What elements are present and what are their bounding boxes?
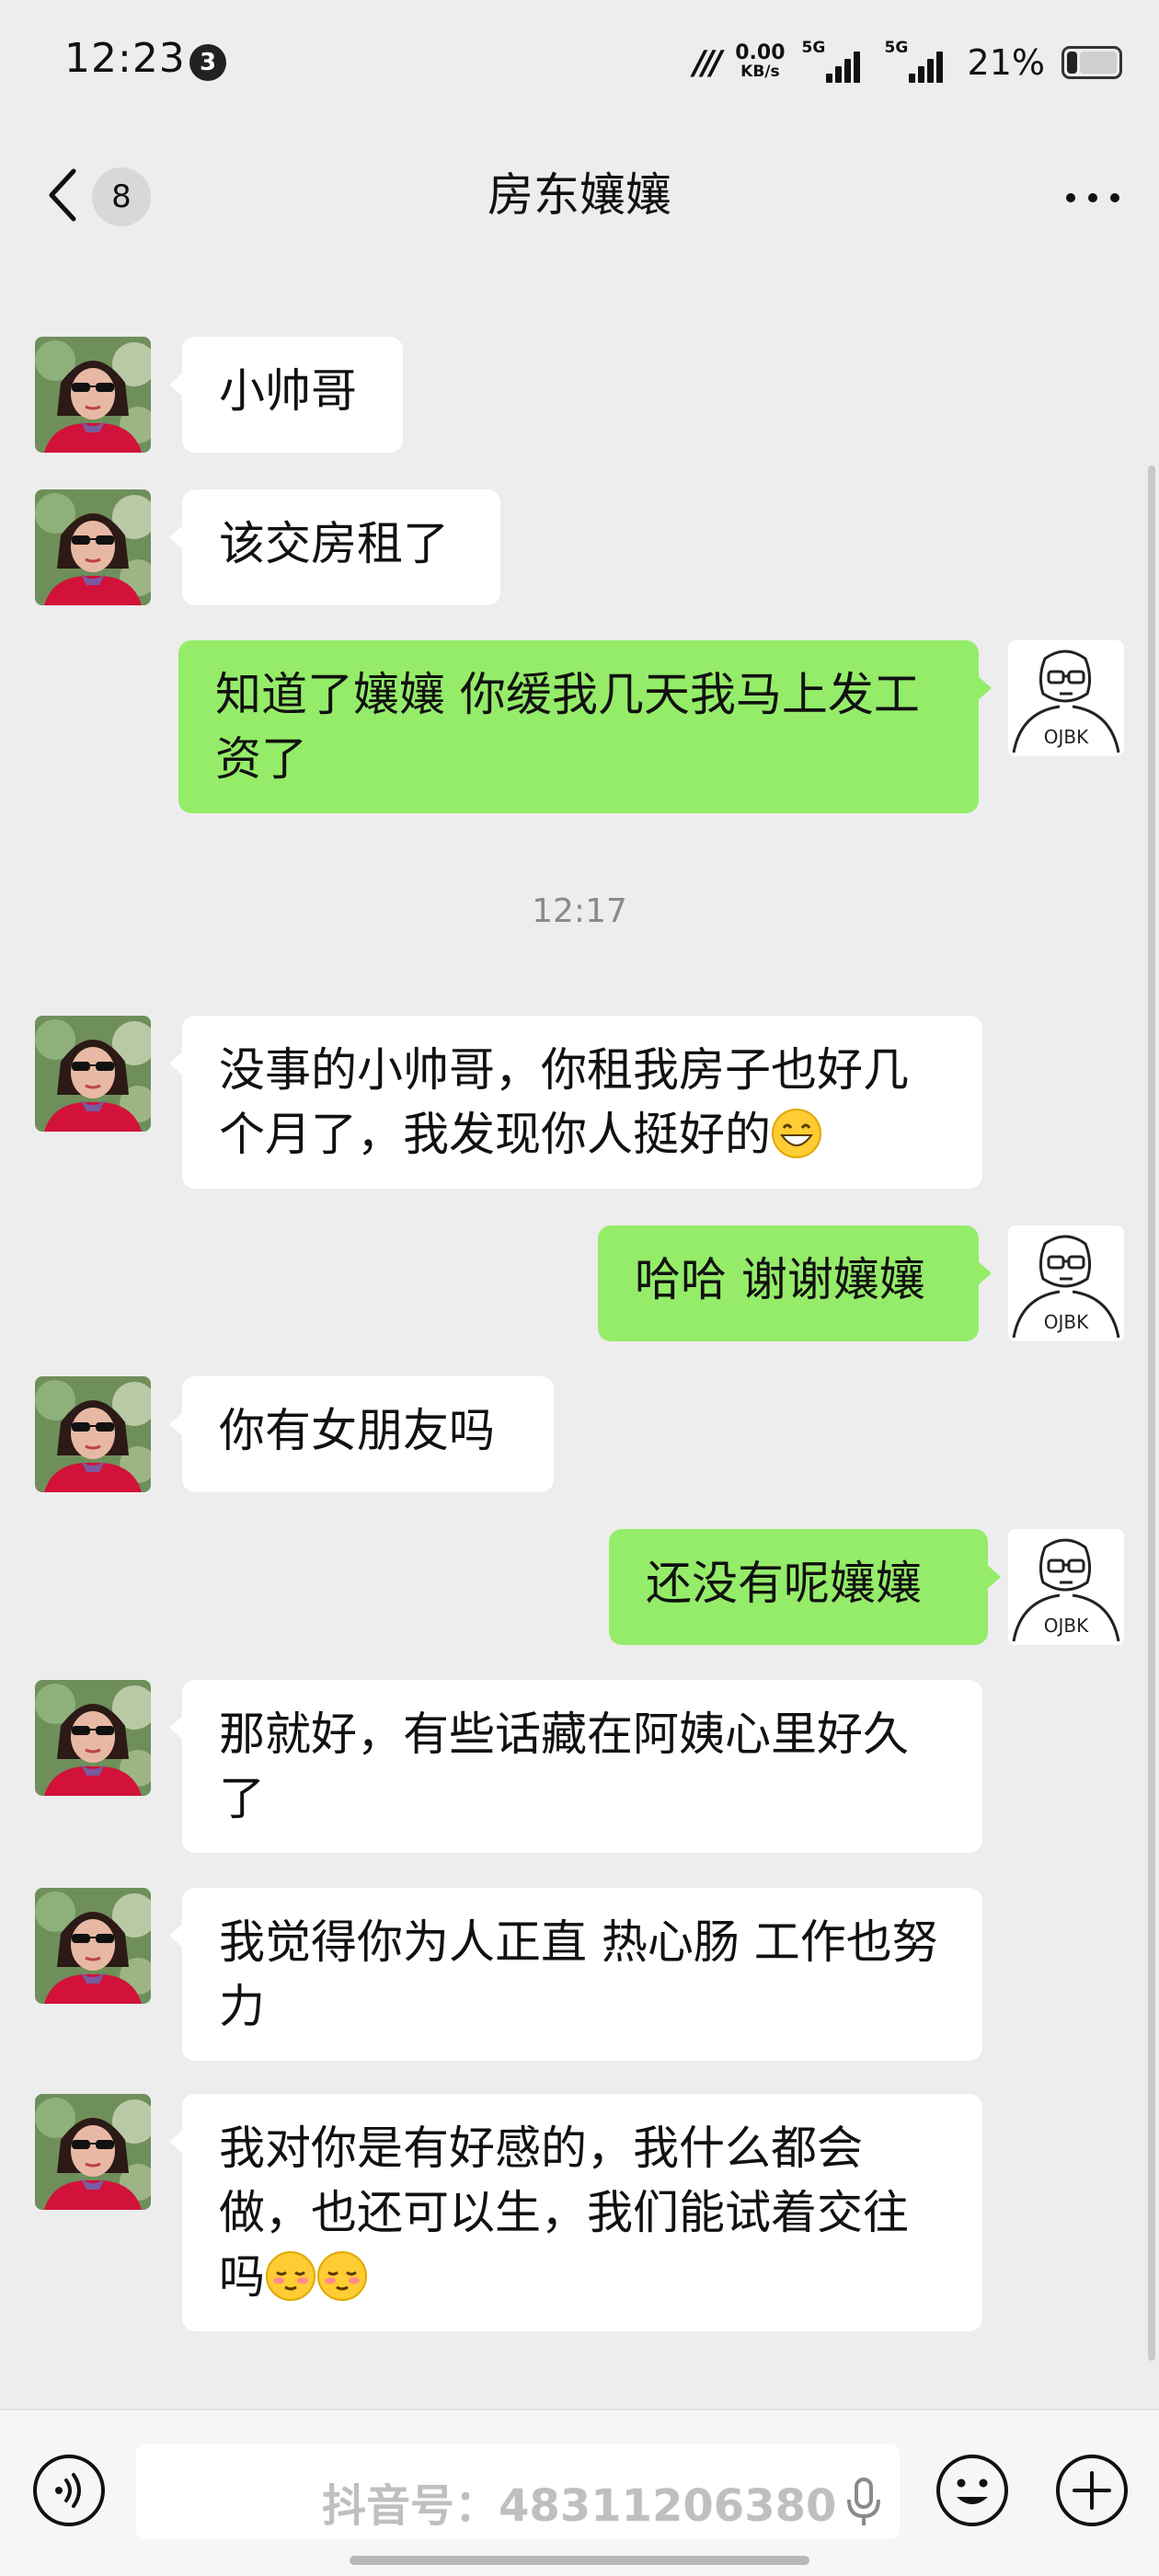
blush-emoji-icon bbox=[317, 2251, 367, 2301]
message-text: 知道了孃孃 你缓我几天我马上发工资了 bbox=[215, 668, 920, 786]
svg-text:OJBK: OJBK bbox=[1044, 1311, 1089, 1333]
message-bubble[interactable]: 我对你是有好感的，我什么都会做，也还可以生，我们能试着交往吗 bbox=[169, 2094, 982, 2331]
contact-avatar[interactable] bbox=[35, 1016, 151, 1132]
incoming-message: 小帅哥 bbox=[0, 337, 1159, 453]
chat-screen: 12:23 3 /// 0.00 KB/s 5G 5G 21% 8 房东孃孃 小… bbox=[0, 0, 1159, 2576]
outgoing-message: OJBK 知道了孃孃 你缓我几天我马上发工资了 bbox=[0, 640, 1159, 813]
signal-1-icon: 5G bbox=[801, 39, 868, 83]
contact-avatar[interactable] bbox=[35, 2094, 151, 2210]
message-bubble[interactable]: 我觉得你为人正直 热心肠 工作也努力 bbox=[169, 1888, 982, 2061]
chat-title: 房东孃孃 bbox=[488, 168, 671, 222]
incoming-message: 你有女朋友吗 bbox=[0, 1376, 1159, 1492]
message-bubble[interactable]: 该交房租了 bbox=[169, 489, 500, 605]
watermark: 抖音号：48311206380 bbox=[322, 2469, 882, 2534]
notification-count-badge: 3 bbox=[189, 44, 226, 81]
incoming-message: 那就好，有些话藏在阿姨心里好久了 bbox=[0, 1680, 1159, 1853]
outgoing-message: OJBK 还没有呢孃孃 bbox=[0, 1529, 1159, 1645]
chat-header: 8 房东孃孃 bbox=[0, 125, 1159, 263]
signal-1-label: 5G bbox=[801, 39, 826, 57]
status-bar: 12:23 3 /// 0.00 KB/s 5G 5G 21% bbox=[0, 0, 1159, 125]
status-time: 12:23 bbox=[64, 35, 186, 82]
incoming-message: 该交房租了 bbox=[0, 489, 1159, 605]
incoming-message: 我觉得你为人正直 热心肠 工作也努力 bbox=[0, 1888, 1159, 2061]
message-list[interactable]: 小帅哥该交房租了 OJBK 知道了孃孃 你缓我几天我马上发工资了 12:17 没事的小帅… bbox=[0, 263, 1159, 2407]
more-dots-icon[interactable] bbox=[1058, 166, 1128, 230]
battery-percent: 21% bbox=[967, 42, 1045, 83]
incoming-message: 我对你是有好感的，我什么都会做，也还可以生，我们能试着交往吗 bbox=[0, 2094, 1159, 2331]
network-speed-unit: KB/s bbox=[740, 63, 780, 81]
message-text: 该交房租了 bbox=[219, 517, 449, 570]
input-bar: 抖音号：48311206380 bbox=[0, 2409, 1159, 2576]
message-bubble[interactable]: 还没有呢孃孃 bbox=[609, 1529, 1001, 1645]
message-text: 你有女朋友吗 bbox=[219, 1404, 495, 1457]
message-bubble[interactable]: 知道了孃孃 你缓我几天我马上发工资了 bbox=[178, 640, 992, 813]
signal-2-label: 5G bbox=[884, 39, 909, 57]
message-bubble[interactable]: 哈哈 谢谢孃孃 bbox=[598, 1225, 992, 1341]
emoji-icon[interactable] bbox=[935, 2453, 1010, 2528]
message-text: 小帅哥 bbox=[219, 364, 357, 418]
signal-2-icon: 5G bbox=[884, 39, 951, 83]
message-bubble[interactable]: 那就好，有些话藏在阿姨心里好久了 bbox=[169, 1680, 982, 1853]
home-indicator[interactable] bbox=[350, 2556, 809, 2565]
contact-avatar[interactable] bbox=[35, 337, 151, 453]
battery-icon bbox=[1061, 46, 1122, 79]
user-avatar[interactable]: OJBK bbox=[1008, 1225, 1124, 1341]
network-speed: 0.00 KB/s bbox=[735, 41, 786, 82]
message-bubble[interactable]: 小帅哥 bbox=[169, 337, 403, 453]
outgoing-message: OJBK 哈哈 谢谢孃孃 bbox=[0, 1225, 1159, 1341]
message-text: 我觉得你为人正直 热心肠 工作也努力 bbox=[219, 1915, 938, 2033]
contact-avatar[interactable] bbox=[35, 1888, 151, 2004]
message-text: 还没有呢孃孃 bbox=[646, 1557, 922, 1610]
contact-avatar[interactable] bbox=[35, 1680, 151, 1796]
blush-emoji-icon bbox=[266, 2251, 316, 2301]
plus-icon[interactable] bbox=[1054, 2453, 1130, 2528]
message-text: 那就好，有些话藏在阿姨心里好久了 bbox=[219, 1708, 909, 1825]
watermark-text: 抖音号：48311206380 bbox=[322, 2480, 837, 2532]
contact-avatar[interactable] bbox=[35, 1376, 151, 1492]
message-bubble[interactable]: 没事的小帅哥，你租我房子也好几个月了，我发现你人挺好的 bbox=[169, 1016, 982, 1189]
microphone-icon bbox=[847, 2478, 881, 2525]
svg-text:OJBK: OJBK bbox=[1044, 726, 1089, 748]
nfc-icon: /// bbox=[693, 43, 723, 82]
svg-text:OJBK: OJBK bbox=[1044, 1615, 1089, 1637]
message-bubble[interactable]: 你有女朋友吗 bbox=[169, 1376, 554, 1492]
user-avatar[interactable]: OJBK bbox=[1008, 640, 1124, 756]
message-text: 哈哈 谢谢孃孃 bbox=[635, 1253, 925, 1306]
network-speed-value: 0.00 bbox=[735, 41, 786, 64]
voice-icon[interactable] bbox=[31, 2453, 107, 2528]
user-avatar[interactable]: OJBK bbox=[1008, 1529, 1124, 1645]
status-indicators: /// 0.00 KB/s 5G 5G 21% bbox=[694, 35, 1122, 90]
incoming-message: 没事的小帅哥，你租我房子也好几个月了，我发现你人挺好的 bbox=[0, 1016, 1159, 1189]
timestamp: 12:17 bbox=[532, 892, 627, 930]
grin-emoji-icon bbox=[772, 1109, 821, 1158]
contact-avatar[interactable] bbox=[35, 489, 151, 605]
